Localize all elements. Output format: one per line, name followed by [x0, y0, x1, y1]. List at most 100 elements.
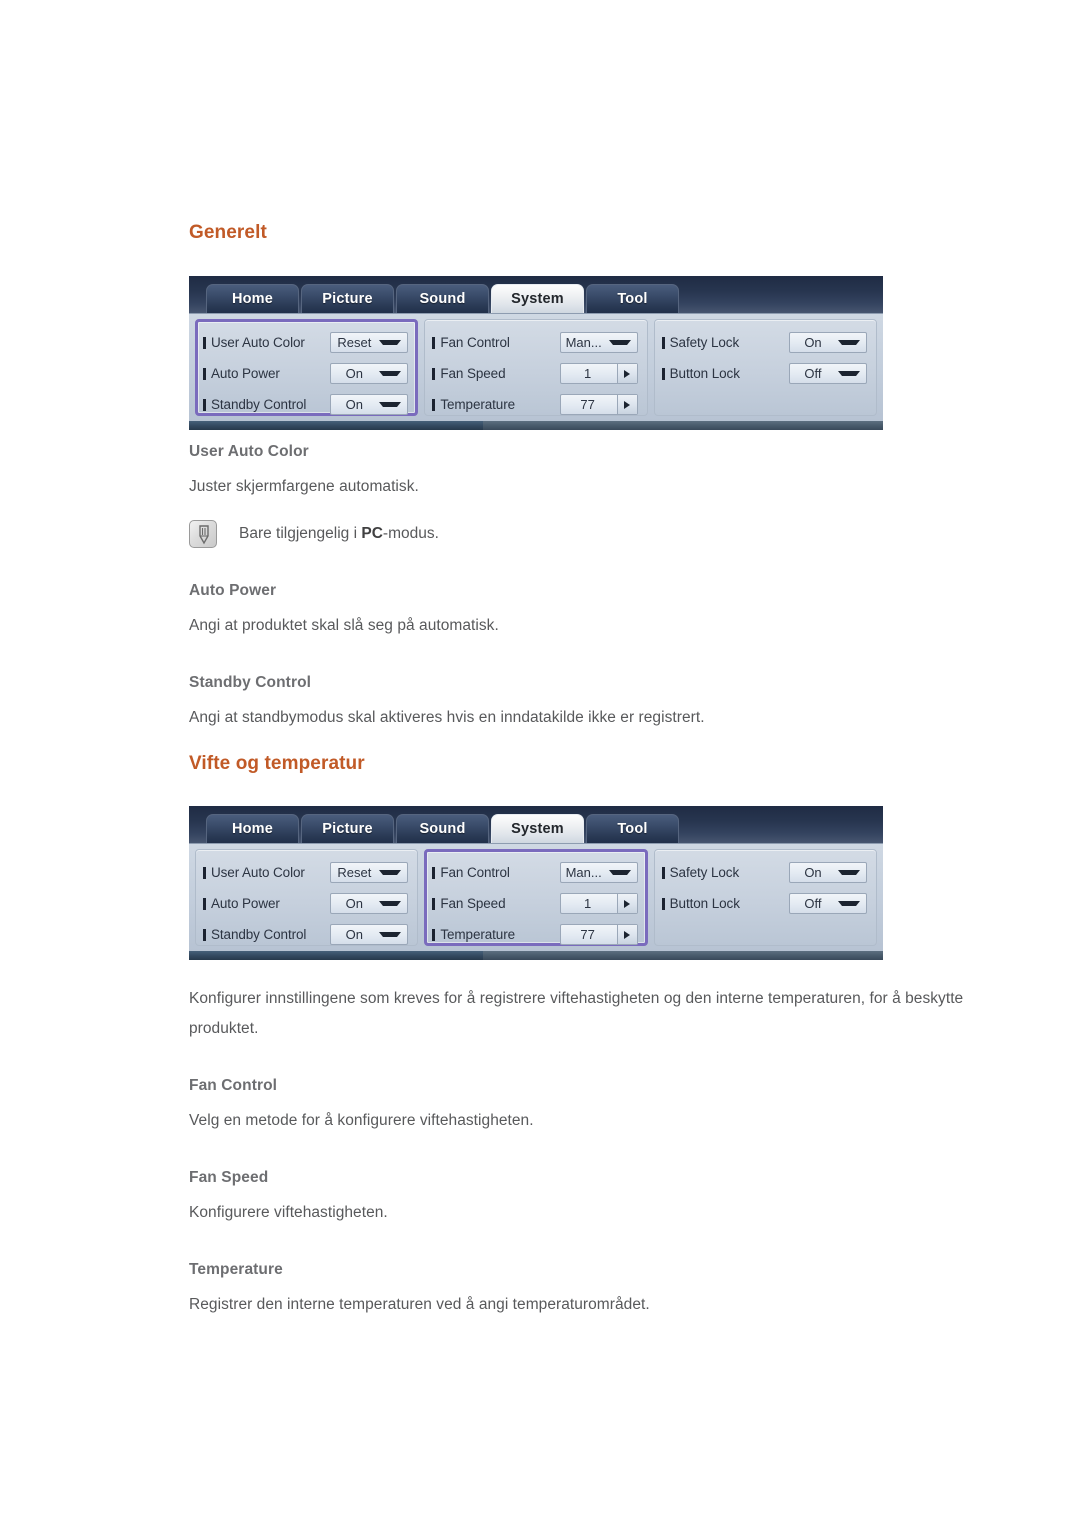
- paragraph: Angi at produktet skal slå seg på automa…: [189, 617, 499, 634]
- osd-row: Standby Control On: [203, 919, 409, 950]
- osd-dropdown[interactable]: Man...: [559, 332, 638, 353]
- note-pencil-icon: [189, 520, 217, 548]
- osd-value: On: [804, 335, 822, 350]
- osd-item-label: Safety Lock: [661, 335, 789, 350]
- osd-item-label: Standby Control: [203, 927, 330, 942]
- osd-column-2: Fan Control Man... Fan Speed 1 Temperature 77: [424, 319, 648, 416]
- osd-item-label-text: User Auto Color: [211, 865, 305, 880]
- bullet-icon: [432, 897, 436, 910]
- osd-row: User Auto Color Reset: [203, 857, 409, 888]
- paragraph: Konfigurere viftehastigheten.: [189, 1204, 388, 1221]
- osd-stepper[interactable]: 1: [559, 363, 638, 384]
- osd-item-label-text: Fan Speed: [440, 366, 506, 381]
- osd-item-label: Fan Speed: [432, 896, 559, 911]
- osd-tab-bar: Home Picture Sound System Tool: [189, 806, 883, 843]
- chevron-right-icon: [624, 930, 631, 939]
- osd-tab-bar: Home Picture Sound System Tool: [189, 276, 883, 313]
- osd-dropdown[interactable]: Reset: [330, 862, 409, 883]
- stepper-increase-button[interactable]: [616, 894, 637, 913]
- tab-system[interactable]: System: [491, 284, 584, 313]
- osd-column-1: User Auto Color Reset Auto Power On Standby …: [195, 849, 419, 946]
- osd-item-label: Auto Power: [203, 366, 330, 381]
- bullet-icon: [203, 928, 206, 941]
- text-stack-generelt: User Auto Color Juster skjermfargene auto…: [189, 443, 1009, 733]
- osd-value: 1: [584, 366, 592, 381]
- osd-footer-bar: [189, 421, 883, 430]
- osd-value: Man...: [565, 335, 602, 350]
- osd-stepper[interactable]: 77: [559, 924, 638, 945]
- bullet-icon: [661, 336, 665, 349]
- osd-dropdown[interactable]: Reset: [330, 332, 409, 353]
- tab-home[interactable]: Home: [206, 284, 299, 313]
- osd-dropdown[interactable]: Man...: [559, 862, 638, 883]
- osd-dropdown[interactable]: On: [330, 893, 409, 914]
- paragraph: Konfigurer innstillingene som kreves for…: [189, 990, 964, 1037]
- tab-tool[interactable]: Tool: [586, 284, 679, 313]
- osd-item-label: Safety Lock: [661, 865, 789, 880]
- osd-row: Fan Control Man...: [432, 327, 638, 358]
- bullet-icon: [203, 367, 206, 380]
- osd-dropdown[interactable]: Off: [788, 363, 867, 384]
- tab-system[interactable]: System: [491, 814, 584, 843]
- osd-dropdown[interactable]: On: [330, 394, 409, 415]
- osd-item-label-text: Safety Lock: [669, 335, 740, 350]
- osd-dropdown[interactable]: On: [788, 862, 867, 883]
- osd-stepper[interactable]: 77: [559, 394, 638, 415]
- osd-row: Auto Power On: [203, 888, 409, 919]
- osd-stepper[interactable]: 1: [559, 893, 638, 914]
- bullet-icon: [203, 398, 206, 411]
- bullet-icon: [203, 897, 206, 910]
- paragraph: Juster skjermfargene automatisk.: [189, 478, 419, 495]
- chevron-down-icon: [608, 340, 631, 345]
- osd-item-label: Standby Control: [203, 397, 330, 412]
- osd-item-label: Temperature: [432, 397, 559, 412]
- note-text-emphasis: PC: [361, 525, 383, 542]
- osd-item-label-text: Safety Lock: [669, 865, 740, 880]
- note-text-after: -modus.: [382, 525, 439, 542]
- bullet-icon: [661, 866, 665, 879]
- osd-item-label: Fan Speed: [432, 366, 559, 381]
- tab-picture[interactable]: Picture: [301, 284, 394, 313]
- osd-dropdown[interactable]: On: [330, 924, 409, 945]
- osd-column-1-highlighted: User Auto Color Reset Auto Power On Standby …: [195, 319, 419, 416]
- subheading: Temperature: [189, 1261, 283, 1278]
- osd-row: Safety Lock On: [661, 857, 867, 888]
- osd-row: Button Lock Off: [661, 888, 867, 919]
- osd-item-label: Fan Control: [432, 865, 559, 880]
- subheading: Fan Speed: [189, 1169, 269, 1186]
- subheading: Auto Power: [189, 582, 277, 599]
- chevron-right-icon: [624, 899, 631, 908]
- tab-home[interactable]: Home: [206, 814, 299, 843]
- chevron-down-icon: [379, 932, 402, 937]
- tab-picture[interactable]: Picture: [301, 814, 394, 843]
- osd-row: Fan Control Man...: [432, 857, 638, 888]
- chevron-right-icon: [624, 400, 631, 409]
- osd-row: User Auto Color Reset: [203, 327, 409, 358]
- osd-footer-segment: [189, 421, 483, 430]
- osd-item-label: Button Lock: [661, 366, 789, 381]
- osd-value: Off: [804, 366, 822, 381]
- chevron-down-icon: [379, 371, 402, 376]
- osd-value: 77: [580, 397, 595, 412]
- osd-value: On: [345, 366, 363, 381]
- osd-item-label: Fan Control: [432, 335, 559, 350]
- osd-value: 77: [580, 927, 595, 942]
- osd-value: Reset: [337, 865, 372, 880]
- paragraph: Velg en metode for å konfigurere vifteha…: [189, 1112, 534, 1129]
- chevron-down-icon: [837, 371, 860, 376]
- tab-sound[interactable]: Sound: [396, 284, 489, 313]
- tab-sound[interactable]: Sound: [396, 814, 489, 843]
- osd-dropdown[interactable]: On: [788, 332, 867, 353]
- subheading: Standby Control: [189, 674, 312, 691]
- stepper-increase-button[interactable]: [616, 925, 637, 944]
- osd-dropdown[interactable]: On: [330, 363, 409, 384]
- subheading: User Auto Color: [189, 443, 309, 460]
- osd-dropdown[interactable]: Off: [788, 893, 867, 914]
- subheading: Fan Control: [189, 1077, 278, 1094]
- stepper-increase-button[interactable]: [616, 364, 637, 383]
- tab-tool[interactable]: Tool: [586, 814, 679, 843]
- osd-value: On: [345, 397, 363, 412]
- osd-row: Fan Speed 1: [432, 888, 638, 919]
- bullet-icon: [432, 928, 436, 941]
- stepper-increase-button[interactable]: [616, 395, 637, 414]
